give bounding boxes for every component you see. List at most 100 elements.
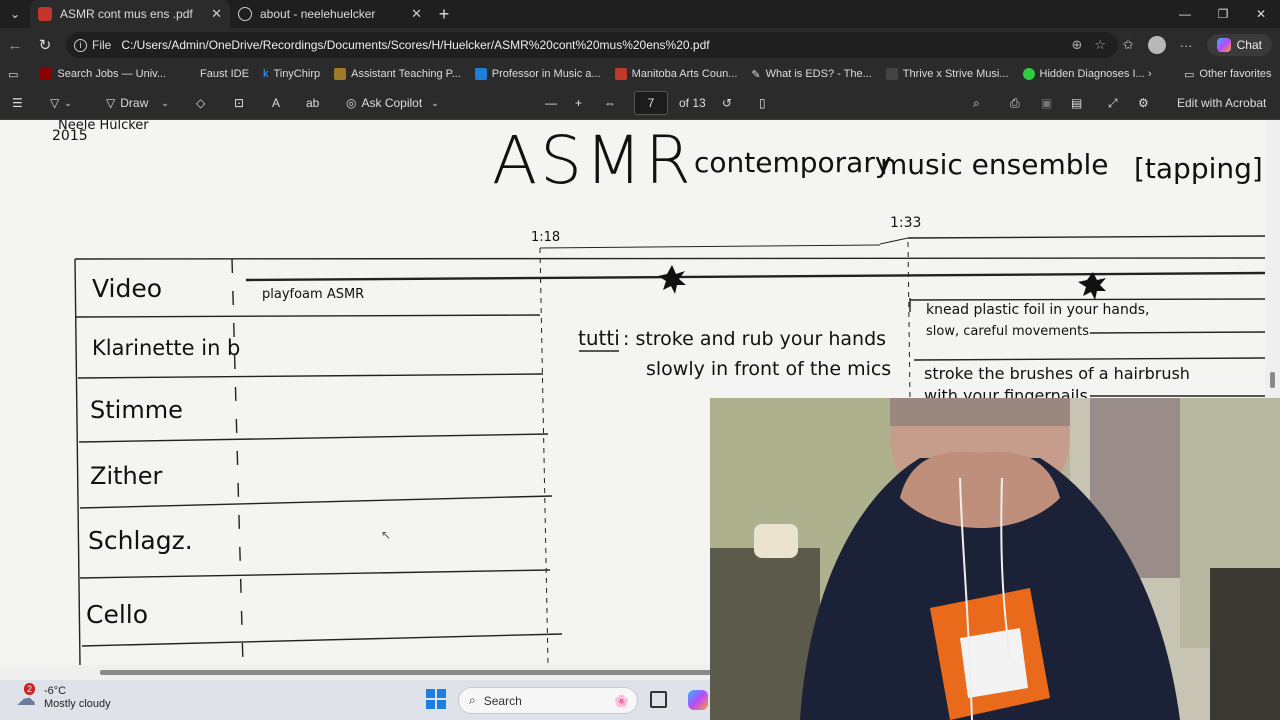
address-field[interactable]: i File C:/Users/Admin/OneDrive/Recording…: [66, 32, 1118, 58]
search-placeholder: Search: [483, 693, 522, 708]
favorite-item[interactable]: Assistant Teaching P...: [334, 68, 461, 80]
star-icon: [1078, 272, 1106, 300]
site-info[interactable]: i File: [74, 38, 111, 52]
draw-button[interactable]: ▽ Draw ⌄: [106, 86, 169, 120]
tutti-instruction: slowly in front of the mics: [646, 358, 892, 380]
webcam-overlay: [710, 398, 1280, 720]
refresh-icon[interactable]: ↻: [30, 30, 60, 60]
profile-avatar[interactable]: [1147, 36, 1166, 54]
close-tab-icon[interactable]: ✕: [211, 6, 222, 22]
favorite-label: Thrive x Strive Musi...: [902, 68, 1009, 80]
favorite-item[interactable]: k TinyChirp: [263, 68, 320, 80]
erase-icon[interactable]: ◇: [196, 86, 205, 120]
print-icon[interactable]: ⎙: [1010, 86, 1020, 120]
weather-widget[interactable]: ☁ 2 -6°C Mostly cloudy: [16, 682, 111, 711]
page-number-input[interactable]: 7: [634, 91, 668, 115]
translate-icon[interactable]: ab: [306, 86, 319, 120]
read-aloud-icon[interactable]: A: [272, 86, 280, 120]
favorite-label: TinyChirp: [273, 68, 321, 80]
tab-about[interactable]: about - neelehuelcker ✕: [230, 0, 430, 28]
site-icon: ✎: [751, 68, 761, 81]
ask-copilot-label: Ask Copilot: [361, 96, 423, 110]
contents-icon[interactable]: ☰: [12, 86, 23, 120]
tab-title: about - neelehuelcker: [260, 7, 376, 21]
favorite-item[interactable]: Professor in Music a...: [474, 68, 601, 80]
favorite-item[interactable]: Hidden Diagnoses I...: [1022, 68, 1145, 80]
highlight-icon[interactable]: ▽ ⌄: [50, 86, 72, 120]
favorite-item[interactable]: Thrive x Strive Musi...: [885, 68, 1009, 80]
address-bar-row: ← ↻ i File C:/Users/Admin/OneDrive/Recor…: [0, 28, 1280, 62]
taskbar-search[interactable]: ⌕ Search 🌸: [458, 687, 638, 714]
search-icon[interactable]: ⌕: [973, 86, 980, 120]
copilot-chat-button[interactable]: Chat: [1206, 34, 1272, 56]
tab-strip: ⌄ ASMR cont mus ens .pdf ✕ about - neele…: [0, 0, 1280, 28]
favorite-label: Assistant Teaching P...: [351, 68, 461, 80]
other-favorites[interactable]: ▭ Other favorites: [1184, 68, 1272, 81]
new-tab-button[interactable]: +: [430, 0, 458, 28]
copilot-icon: [1216, 38, 1231, 52]
start-windows-icon[interactable]: [426, 689, 446, 709]
zoom-in-icon[interactable]: +: [575, 86, 582, 120]
instrument-label: Video: [92, 274, 163, 303]
close-window-icon[interactable]: ✕: [1242, 0, 1280, 28]
mouse-cursor-icon: ↖: [381, 528, 392, 542]
page-view-icon[interactable]: ▯: [759, 86, 766, 120]
favorites-overflow-chevron-icon[interactable]: ›: [1148, 68, 1152, 80]
pdf-icon: [38, 7, 52, 21]
tutti-instruction: : stroke and rub your hands: [623, 328, 887, 350]
maximize-icon[interactable]: ❐: [1204, 0, 1242, 28]
save-as-icon[interactable]: ▤: [1071, 86, 1082, 120]
edit-with-acrobat-button[interactable]: Edit with Acrobat: [1177, 86, 1266, 120]
favorites-icon[interactable]: ✩: [1123, 37, 1134, 53]
zoom-out-icon[interactable]: —: [545, 86, 557, 120]
folder-icon: ▭: [1184, 68, 1195, 81]
favorite-label: What is EDS? - The...: [765, 68, 872, 80]
copilot-taskbar-icon[interactable]: [688, 690, 708, 710]
favorite-label: Faust IDE: [200, 68, 249, 80]
ask-copilot-button[interactable]: ◎ Ask Copilot ⌄: [346, 86, 439, 120]
fullscreen-icon[interactable]: ⤢: [1108, 86, 1118, 120]
favorite-item[interactable]: Search Jobs — Univ...: [40, 68, 166, 80]
scroll-thumb[interactable]: [1270, 372, 1275, 388]
other-favorites-label: Other favorites: [1199, 68, 1272, 80]
tutti-label: tutti: [578, 326, 620, 350]
scroll-thumb[interactable]: [100, 670, 720, 675]
favorite-label: Manitoba Arts Coun...: [631, 68, 738, 80]
tab-actions-chevron-icon[interactable]: ⌄: [0, 0, 30, 28]
fit-page-icon[interactable]: ⇔: [604, 86, 616, 120]
favorite-item[interactable]: Faust IDE: [200, 68, 249, 80]
tab-pdf[interactable]: ASMR cont mus ens .pdf ✕: [30, 0, 230, 28]
time-marker: 1:33: [890, 215, 922, 231]
reading-list-icon[interactable]: ▭: [8, 68, 18, 81]
instrument-label: Cello: [86, 600, 149, 629]
rotate-icon[interactable]: ↺: [722, 86, 732, 120]
zoom-icon[interactable]: ⊕: [1071, 37, 1082, 53]
favorite-item[interactable]: ✎ What is EDS? - The...: [751, 68, 871, 81]
search-icon: ⌕: [469, 693, 476, 707]
star-icon: [658, 265, 686, 294]
back-arrow-icon[interactable]: ←: [0, 30, 30, 60]
instrument-label: Stimme: [90, 396, 183, 424]
page-number: 7 of 13: [634, 86, 706, 120]
weather-desc: Mostly cloudy: [44, 698, 111, 710]
site-icon: [40, 68, 53, 80]
window-controls: — ❐ ✕: [1166, 0, 1280, 28]
favorite-label: Professor in Music a...: [491, 68, 601, 80]
minimize-icon[interactable]: —: [1166, 0, 1204, 28]
more-menu-icon[interactable]: ···: [1180, 38, 1193, 53]
webcam-video: [710, 398, 1280, 720]
instrument-label: Zither: [90, 462, 163, 490]
edit-acrobat-label: Edit with Acrobat: [1177, 96, 1267, 110]
save-icon[interactable]: ▣: [1041, 86, 1052, 120]
text-box-icon[interactable]: ⊡: [234, 86, 244, 120]
favorite-item[interactable]: Manitoba Arts Coun...: [614, 68, 738, 80]
url-text: C:/Users/Admin/OneDrive/Recordings/Docum…: [121, 38, 710, 52]
task-view-icon[interactable]: [650, 691, 667, 708]
favorite-star-icon[interactable]: ☆: [1094, 37, 1106, 53]
site-icon: [474, 68, 487, 80]
close-tab-icon[interactable]: ✕: [411, 6, 422, 22]
video-note: playfoam ASMR: [262, 287, 365, 302]
knead-instruction: slow, careful movements: [926, 324, 1090, 339]
search-highlight-icon: 🌸: [614, 693, 629, 708]
settings-gear-icon[interactable]: ⚙: [1138, 86, 1149, 120]
